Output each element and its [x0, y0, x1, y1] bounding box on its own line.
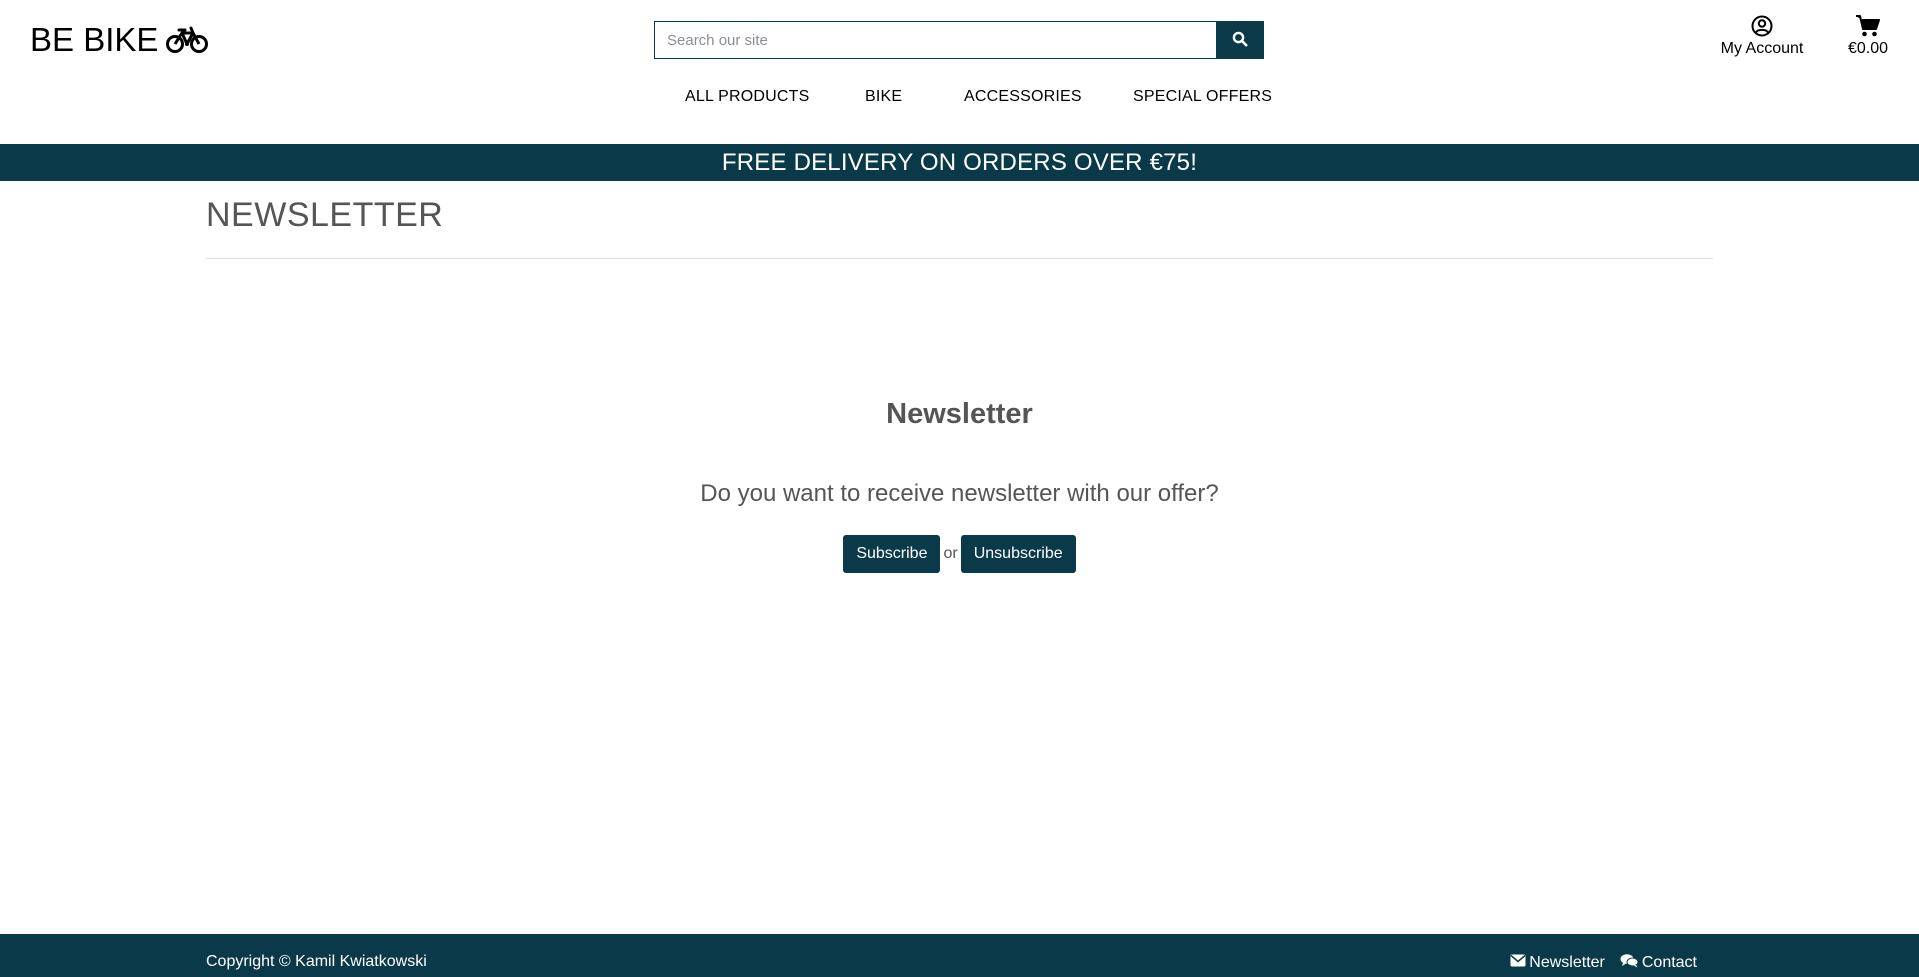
subscribe-button[interactable]: Subscribe	[843, 535, 941, 573]
unsubscribe-button[interactable]: Unsubscribe	[960, 535, 1076, 573]
newsletter-actions: Subscribe or Unsubscribe	[0, 535, 1919, 573]
footer-link-newsletter[interactable]: Newsletter	[1510, 954, 1605, 972]
footer-link-contact[interactable]: Contact	[1620, 953, 1697, 973]
footer-links: Newsletter Contact	[1495, 953, 1697, 973]
nav-item-bike[interactable]: BIKE	[865, 88, 902, 106]
nav-item-all-products[interactable]: ALL PRODUCTS	[685, 88, 810, 106]
nav-item-accessories[interactable]: ACCESSORIES	[964, 88, 1082, 106]
newsletter-question: Do you want to receive newsletter with o…	[700, 480, 1219, 507]
shopping-cart-icon	[1855, 14, 1881, 38]
footer-link-label: Contact	[1641, 954, 1697, 971]
site-header: BE BIKE Search our site My Account €0.00…	[0, 0, 1919, 144]
cart-link[interactable]: €0.00	[1840, 14, 1896, 58]
newsletter-heading: Newsletter	[886, 398, 1033, 430]
user-circle-icon	[1750, 14, 1774, 38]
footer-link-label: Newsletter	[1529, 954, 1605, 971]
logo-text: BE BIKE	[30, 21, 159, 58]
nav-item-special-offers[interactable]: SPECIAL OFFERS	[1133, 88, 1272, 106]
search-button[interactable]	[1216, 21, 1264, 59]
title-divider	[206, 258, 1713, 259]
cart-total: €0.00	[1847, 40, 1889, 57]
main-nav: ALL PRODUCTS BIKE ACCESSORIES SPECIAL OF…	[0, 88, 1919, 112]
copyright-text: Copyright © Kamil Kwiatkowski	[206, 953, 427, 970]
page-title: NEWSLETTER	[206, 196, 444, 234]
search-icon	[1232, 31, 1248, 50]
comments-icon	[1620, 953, 1642, 973]
banner-text: FREE DELIVERY ON ORDERS OVER €75!	[721, 148, 1198, 176]
search-input[interactable]	[654, 21, 1216, 59]
my-account-label: My Account	[1720, 40, 1804, 57]
logo-link[interactable]: BE BIKE	[30, 18, 209, 62]
envelope-icon	[1510, 954, 1529, 972]
bicycle-icon	[166, 26, 209, 54]
free-delivery-banner: FREE DELIVERY ON ORDERS OVER €75!	[0, 144, 1919, 181]
my-account-link[interactable]: My Account	[1716, 14, 1808, 58]
or-separator: or	[943, 545, 958, 562]
search-form	[654, 21, 1264, 59]
site-footer: Copyright © Kamil Kwiatkowski Newsletter	[0, 934, 1919, 977]
